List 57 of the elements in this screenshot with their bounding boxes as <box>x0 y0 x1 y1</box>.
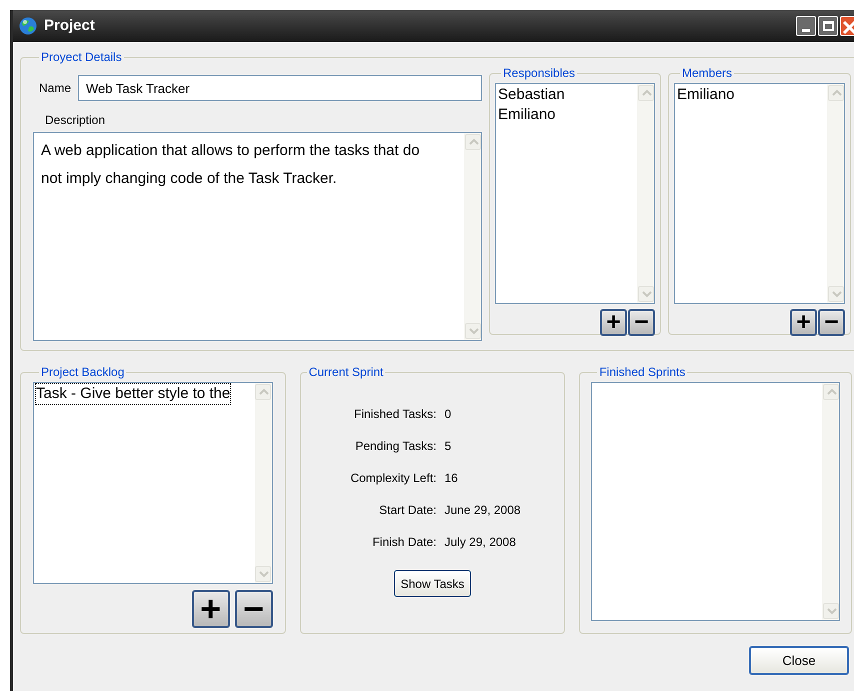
scrollbar[interactable] <box>827 84 844 303</box>
list-item[interactable]: Sebastian <box>498 85 565 105</box>
field-label: Finish Date: <box>371 534 436 551</box>
maximize-button[interactable] <box>818 16 838 36</box>
group-title: Project Backlog <box>40 364 126 381</box>
window-title: Project <box>44 16 95 36</box>
scroll-up-button[interactable] <box>255 384 272 400</box>
remove-button[interactable]: − <box>628 309 655 336</box>
field-value: June 29, 2008 <box>444 502 522 519</box>
scroll-up-button[interactable] <box>464 134 480 150</box>
description-text: A web application that allows to perform the tasks that do not imply changing code of the Task Tracker. <box>40 141 421 189</box>
list-item[interactable]: Emiliano <box>677 85 735 105</box>
field-value: July 29, 2008 <box>444 534 517 551</box>
remove-button[interactable]: − <box>818 309 845 336</box>
scroll-down-button[interactable] <box>822 603 839 619</box>
field-value: 5 <box>444 438 452 455</box>
group-title: Members <box>681 65 734 82</box>
show-tasks-button[interactable]: Show Tasks <box>394 570 472 597</box>
group-title: Proyect Details <box>40 49 123 66</box>
group-title: Current Sprint <box>308 364 384 381</box>
list-item[interactable]: Emiliano <box>498 105 556 125</box>
group-title: Responsibles <box>502 65 576 82</box>
close-window-button[interactable] <box>840 16 854 36</box>
add-button[interactable]: + <box>600 309 627 336</box>
description-field[interactable]: A web application that allows to perform the tasks that do not imply changing code of the Task Tracker. <box>33 132 482 341</box>
scrollbar[interactable] <box>464 133 481 340</box>
list-item[interactable]: Task - Give better style to the <box>36 384 230 404</box>
scrollbar[interactable] <box>822 383 840 620</box>
add-button[interactable]: + <box>790 309 817 336</box>
field-label: Name <box>39 80 72 97</box>
globe-icon <box>18 16 38 36</box>
field-value: 16 <box>444 470 459 487</box>
scrollbar[interactable] <box>637 84 654 303</box>
list-box[interactable]: Sebastian Emiliano <box>495 83 655 304</box>
scroll-down-button[interactable] <box>464 323 480 339</box>
scroll-down-button[interactable] <box>638 286 654 302</box>
field-label: Description <box>45 112 106 129</box>
add-button[interactable]: + <box>192 590 230 628</box>
group-title: Finished Sprints <box>598 364 686 381</box>
list-box[interactable]: Task - Give better style to the <box>33 382 273 584</box>
scroll-down-button[interactable] <box>255 566 272 582</box>
scrollbar[interactable] <box>254 383 272 583</box>
field-label: Pending Tasks: <box>354 438 436 455</box>
close-button[interactable]: Close <box>749 646 849 675</box>
field-value: 0 <box>444 406 452 423</box>
scroll-up-button[interactable] <box>638 85 654 101</box>
remove-button[interactable]: − <box>234 590 273 628</box>
scroll-up-button[interactable] <box>828 85 844 101</box>
scroll-down-button[interactable] <box>828 286 844 302</box>
list-box[interactable]: Emiliano <box>674 83 845 304</box>
list-box[interactable] <box>591 382 840 621</box>
scroll-up-button[interactable] <box>822 384 839 400</box>
name-field[interactable]: Web Task Tracker <box>78 75 482 101</box>
field-label: Finished Tasks: <box>353 406 436 423</box>
field-label: Start Date: <box>378 502 436 519</box>
minimize-button[interactable] <box>796 16 816 36</box>
field-label: Complexity Left: <box>349 470 436 487</box>
